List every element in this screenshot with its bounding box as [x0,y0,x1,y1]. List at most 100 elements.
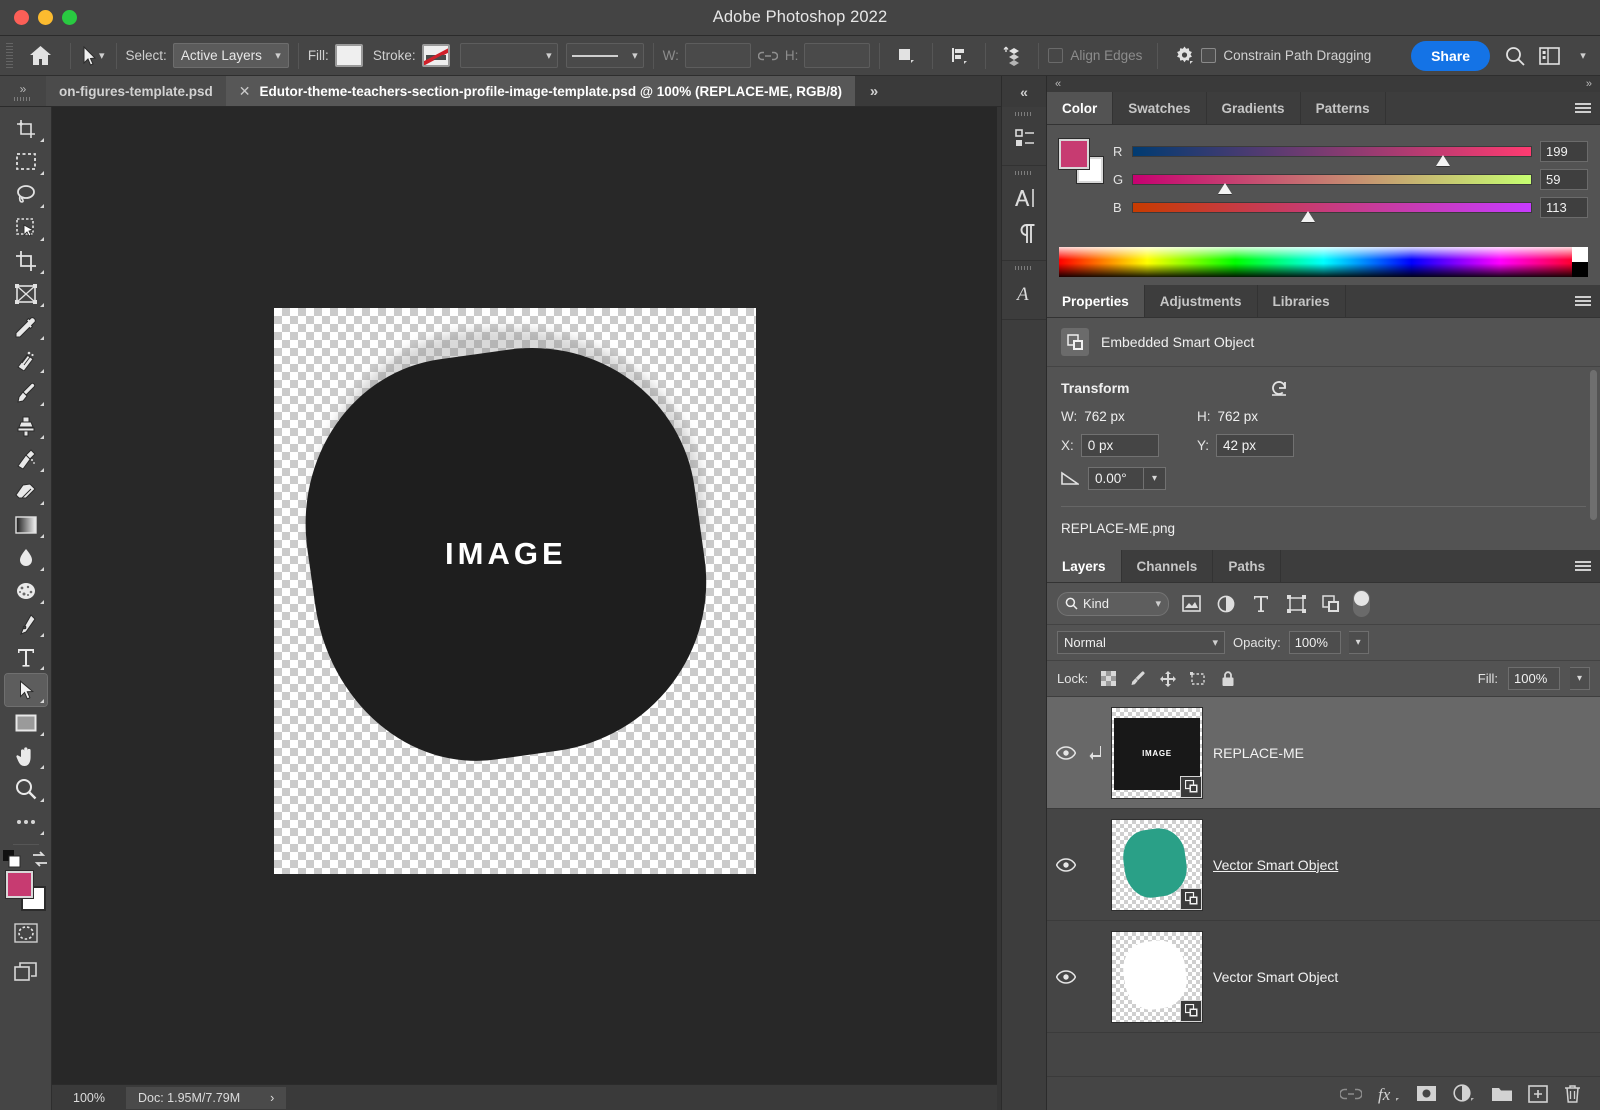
dock-grip[interactable] [1015,266,1033,270]
panel-collapse-left-icon[interactable]: « [1055,78,1061,90]
height-input[interactable] [804,43,871,68]
path-arrangement-icon[interactable] [995,41,1029,71]
window-controls[interactable] [14,10,77,25]
foreground-color-swatch[interactable] [4,870,34,899]
gradient-tool[interactable] [5,509,47,541]
canvas-area[interactable]: IMAGE [52,107,997,1110]
tab-patterns[interactable]: Patterns [1300,92,1386,124]
eraser-tool[interactable] [5,476,47,508]
new-group-icon[interactable] [1491,1085,1513,1102]
constrain-path-dragging-checkbox[interactable] [1201,48,1217,63]
angle-input[interactable]: 0.00° [1088,467,1144,490]
paragraph-panel-icon[interactable] [1002,216,1048,252]
layer-name[interactable]: Vector Smart Object [1207,969,1338,985]
default-colors-icon[interactable] [2,850,21,868]
y-input[interactable]: 42 px [1216,434,1295,457]
share-button[interactable]: Share [1411,40,1490,71]
lock-image-icon[interactable] [1128,669,1148,689]
pixel-layer-filter-icon[interactable] [1178,592,1204,616]
crop-frame-tool[interactable] [5,113,47,145]
align-edges-checkbox[interactable] [1048,48,1064,63]
foreground-color-swatch[interactable] [1058,138,1090,170]
document-tab-1[interactable]: ✕ Edutor-theme-teachers-section-profile-… [225,76,856,106]
chevron-down-icon[interactable]: ▾ [99,49,105,62]
layer-thumbnail[interactable] [1107,818,1207,911]
chevron-down-icon[interactable]: ▾ [1144,467,1166,490]
lock-transparency-icon[interactable] [1098,669,1118,689]
path-operations-icon[interactable] [889,41,923,71]
fill-chevron-down-icon[interactable]: ▾ [1570,667,1590,690]
table-row[interactable]: IMAGE REPLACE-ME [1047,697,1600,809]
dock-grip[interactable] [1015,171,1033,175]
green-slider[interactable] [1132,173,1532,194]
table-row[interactable]: Vector Smart Object [1047,921,1600,1033]
healing-brush-tool[interactable] [5,344,47,376]
tab-bar-collapse-button[interactable]: » [0,76,46,106]
tab-layers[interactable]: Layers [1047,550,1122,582]
layer-list[interactable]: IMAGE REPLACE-ME Vector Smart Object Vec… [1047,697,1600,1076]
fill-swatch[interactable] [334,44,363,67]
blue-value-input[interactable]: 113 [1540,196,1588,218]
pen-tool[interactable] [5,608,47,640]
type-layer-filter-icon[interactable] [1248,592,1274,616]
smart-object-filter-icon[interactable] [1318,592,1344,616]
table-row[interactable]: Vector Smart Object [1047,809,1600,921]
properties-scrollbar[interactable] [1590,370,1597,520]
tab-overflow-button[interactable]: » [855,76,894,106]
sponge-tool[interactable] [5,575,47,607]
adjustment-layer-filter-icon[interactable] [1213,592,1239,616]
quick-mask-icon[interactable] [5,917,47,949]
chevron-down-icon[interactable]: ▾ [1566,41,1600,71]
adjustment-layer-icon[interactable] [1452,1083,1476,1104]
opacity-chevron-down-icon[interactable]: ▾ [1348,631,1369,654]
panel-menu-icon[interactable] [1566,550,1600,582]
stroke-style-dropdown[interactable]: ▾ [565,43,644,68]
artboard[interactable]: IMAGE [270,288,756,874]
panel-menu-icon[interactable] [1566,92,1600,124]
width-input[interactable] [684,43,751,68]
green-value-input[interactable]: 59 [1540,168,1588,190]
blue-slider[interactable] [1132,201,1532,222]
search-icon[interactable] [1498,41,1532,71]
reset-icon[interactable] [1269,379,1289,397]
tab-channels[interactable]: Channels [1121,550,1214,582]
lasso-tool[interactable] [5,179,47,211]
panel-expand-right-icon[interactable]: » [1586,78,1592,90]
close-button[interactable] [14,10,29,25]
red-slider-thumb[interactable] [1436,154,1451,166]
green-slider-thumb[interactable] [1217,182,1232,194]
tab-color[interactable]: Color [1047,92,1114,124]
layer-thumbnail[interactable]: IMAGE [1107,706,1207,799]
blend-mode-dropdown[interactable]: Normal ▾ [1057,631,1225,654]
new-layer-icon[interactable] [1528,1084,1548,1103]
tab-paths[interactable]: Paths [1213,550,1282,582]
layer-name[interactable]: REPLACE-ME [1207,745,1304,761]
lock-all-icon[interactable] [1218,669,1238,689]
character-panel-icon[interactable] [1002,180,1048,216]
rectangular-marquee-tool[interactable] [5,146,47,178]
stroke-swatch[interactable] [421,44,450,67]
active-tool-preset[interactable]: ▾ [80,45,107,66]
tab-swatches[interactable]: Swatches [1113,92,1207,124]
crop-tool[interactable] [5,245,47,277]
dock-grip[interactable] [1015,112,1033,116]
chevron-right-icon[interactable]: › [270,1091,274,1105]
layer-visibility-icon[interactable] [1047,745,1085,760]
foreground-background-color-swatches[interactable] [4,870,46,911]
link-layers-icon[interactable] [1340,1088,1362,1100]
maximize-button[interactable] [62,10,77,25]
stroke-width-dropdown[interactable]: ▾ [459,43,558,68]
minimize-button[interactable] [38,10,53,25]
panel-menu-icon[interactable] [1566,285,1600,317]
blue-slider-thumb[interactable] [1301,210,1316,222]
shape-layer-filter-icon[interactable] [1283,592,1309,616]
tab-adjustments[interactable]: Adjustments [1144,285,1258,317]
zoom-level-field[interactable]: 100% [52,1087,126,1108]
workspace-icon[interactable] [1532,41,1566,71]
path-selection-tool[interactable] [3,673,48,707]
gear-icon[interactable] [1167,41,1201,71]
swap-colors-icon[interactable] [31,850,49,868]
rectangle-tool[interactable] [5,707,47,739]
layer-visibility-icon[interactable] [1047,857,1085,872]
magnifier-tool[interactable] [5,773,47,805]
